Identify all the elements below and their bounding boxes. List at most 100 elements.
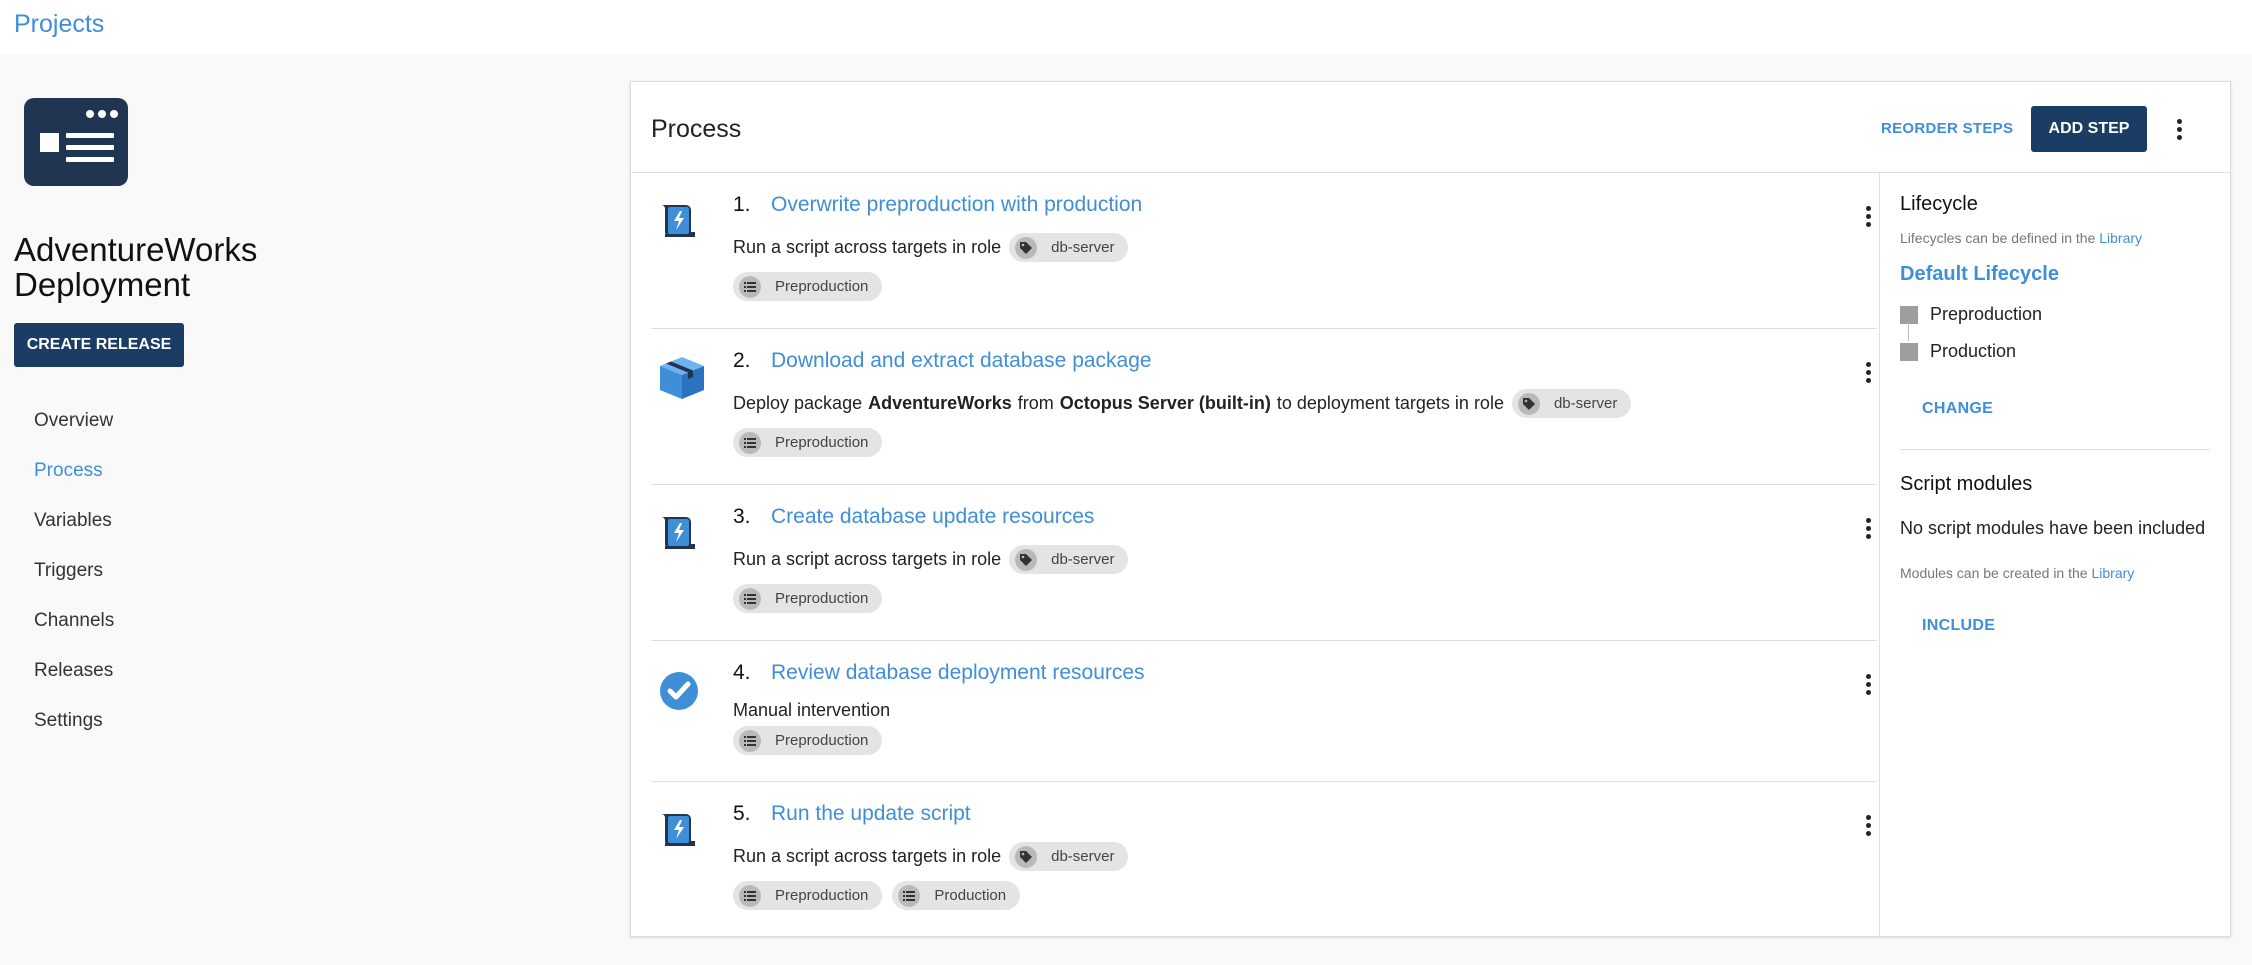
script-modules-empty-text: No script modules have been included	[1900, 518, 2206, 538]
lifecycle-name-link[interactable]: Default Lifecycle	[1900, 263, 2059, 286]
nav-item-triggers[interactable]: Triggers	[34, 559, 114, 609]
project-logo-icon	[24, 98, 128, 186]
package-name: AdventureWorks	[868, 393, 1012, 413]
lifecycle-phase: Preproduction	[1900, 304, 2042, 325]
step-description-text: Run a script across targets in role	[733, 846, 1002, 866]
role-chip-label: db-server	[1051, 551, 1115, 568]
process-step[interactable]: 5. Run the update script Run a script ac…	[651, 782, 1877, 938]
project-name-line1: AdventureWorks	[14, 231, 258, 268]
page-title: Process	[651, 115, 742, 143]
step-number: 5.	[733, 802, 751, 825]
script-modules-hint-text: Modules can be created in the	[1900, 565, 2088, 581]
nav-item-settings[interactable]: Settings	[34, 709, 114, 759]
environment-chip-label: Production	[934, 887, 1007, 904]
tag-icon	[1015, 845, 1038, 868]
role-chip-label: db-server	[1553, 395, 1618, 412]
lifecycle-library-link[interactable]: Library	[2099, 230, 2142, 246]
list-icon	[739, 431, 761, 454]
process-card: Process REORDER STEPS ADD STEP 1. Overwr…	[630, 81, 2231, 937]
step-more-options-icon[interactable]	[1859, 360, 1879, 384]
script-icon	[657, 511, 701, 555]
environment-chip: Preproduction	[733, 272, 883, 301]
step-more-options-icon[interactable]	[1859, 204, 1879, 228]
environment-chip-label: Preproduction	[775, 590, 869, 607]
top-bar: Projects	[0, 0, 2252, 54]
step-number: 4.	[733, 661, 751, 684]
environment-chip-label: Preproduction	[775, 732, 869, 749]
phase-label: Preproduction	[1930, 304, 2043, 324]
list-icon	[898, 884, 921, 907]
phase-connector	[1908, 322, 1909, 341]
tag-icon	[1015, 548, 1038, 571]
environment-chip-label: Preproduction	[775, 887, 869, 904]
step-number: 3.	[733, 505, 751, 528]
phase-marker-icon	[1900, 342, 1918, 361]
step-title[interactable]: Review database deployment resources	[771, 661, 1145, 685]
process-step[interactable]: 1. Overwrite preproduction with producti…	[651, 173, 1877, 329]
environment-chips: Preproduction	[733, 726, 883, 755]
script-icon	[657, 808, 701, 852]
step-more-options-icon[interactable]	[1859, 813, 1879, 837]
step-title[interactable]: Overwrite preproduction with production	[771, 193, 1142, 217]
step-description: Run a script across targets in role db-s…	[733, 842, 1129, 871]
role-chip: db-server	[1511, 389, 1632, 418]
process-side-panel: Lifecycle Lifecycles can be defined in t…	[1879, 173, 2230, 936]
nav-item-releases[interactable]: Releases	[34, 659, 114, 709]
step-title[interactable]: Run the update script	[771, 802, 971, 826]
process-step[interactable]: 3. Create database update resources Run …	[651, 485, 1877, 641]
environment-chips: Preproduction	[733, 584, 883, 613]
environment-chip: Preproduction	[733, 428, 883, 457]
check-circle-icon	[657, 667, 701, 711]
change-lifecycle-button[interactable]: CHANGE	[1922, 400, 1993, 418]
more-options-icon[interactable]	[2170, 117, 2190, 141]
add-step-button[interactable]: ADD STEP	[2031, 106, 2147, 152]
step-description: Run a script across targets in role db-s…	[733, 545, 1129, 574]
nav-item-process[interactable]: Process	[34, 459, 114, 509]
nav-item-overview[interactable]: Overview	[34, 409, 114, 459]
list-icon	[739, 587, 761, 610]
step-title[interactable]: Download and extract database package	[771, 349, 1152, 373]
project-name: AdventureWorks Deployment	[14, 232, 314, 302]
environment-chips: Preproduction	[733, 428, 883, 457]
step-description-text: Manual intervention	[733, 700, 891, 720]
environment-chip: Preproduction	[733, 584, 883, 613]
feed-name: Octopus Server (built-in)	[1059, 393, 1271, 413]
nav-item-variables[interactable]: Variables	[34, 509, 114, 559]
script-icon	[657, 199, 701, 243]
nav-item-channels[interactable]: Channels	[34, 609, 114, 659]
environment-chips: Preproduction	[733, 272, 883, 301]
environment-chip-label: Preproduction	[775, 434, 869, 451]
process-step[interactable]: 2. Download and extract database package…	[651, 329, 1877, 485]
step-number: 1.	[733, 193, 751, 216]
step-more-options-icon[interactable]	[1859, 672, 1879, 696]
step-description-text: to deployment targets in role	[1276, 393, 1504, 413]
divider	[1900, 449, 2210, 450]
lifecycle-hint: Lifecycles can be defined in the Library	[1900, 230, 2142, 246]
step-description: Manual intervention	[733, 700, 890, 721]
role-chip-label: db-server	[1051, 848, 1115, 865]
lifecycle-heading: Lifecycle	[1900, 193, 1978, 215]
process-header: Process REORDER STEPS ADD STEP	[631, 82, 2230, 173]
step-description-text: Run a script across targets in role	[733, 549, 1002, 569]
list-icon	[739, 275, 761, 298]
phase-marker-icon	[1900, 305, 1918, 324]
step-description: Run a script across targets in role db-s…	[733, 233, 1129, 262]
lifecycle-hint-text: Lifecycles can be defined in the	[1900, 230, 2096, 246]
breadcrumb-projects[interactable]: Projects	[14, 10, 104, 39]
reorder-steps-button[interactable]: REORDER STEPS	[1881, 120, 2013, 137]
process-steps-list: 1. Overwrite preproduction with producti…	[651, 173, 1877, 938]
role-chip: db-server	[1009, 545, 1129, 574]
step-description: Deploy package AdventureWorks from Octop…	[733, 389, 1632, 418]
script-modules-library-link[interactable]: Library	[2091, 565, 2134, 581]
include-script-module-button[interactable]: INCLUDE	[1922, 617, 1995, 635]
step-title[interactable]: Create database update resources	[771, 505, 1094, 529]
project-nav: Overview Process Variables Triggers Chan…	[34, 409, 114, 759]
step-more-options-icon[interactable]	[1859, 516, 1879, 540]
project-sidebar: AdventureWorks Deployment CREATE RELEASE…	[0, 54, 600, 965]
process-step[interactable]: 4. Review database deployment resources …	[651, 641, 1877, 782]
step-description-text: from	[1017, 393, 1054, 413]
list-icon	[739, 729, 761, 752]
list-icon	[739, 884, 761, 907]
role-chip-label: db-server	[1051, 239, 1115, 256]
create-release-button[interactable]: CREATE RELEASE	[14, 323, 184, 367]
